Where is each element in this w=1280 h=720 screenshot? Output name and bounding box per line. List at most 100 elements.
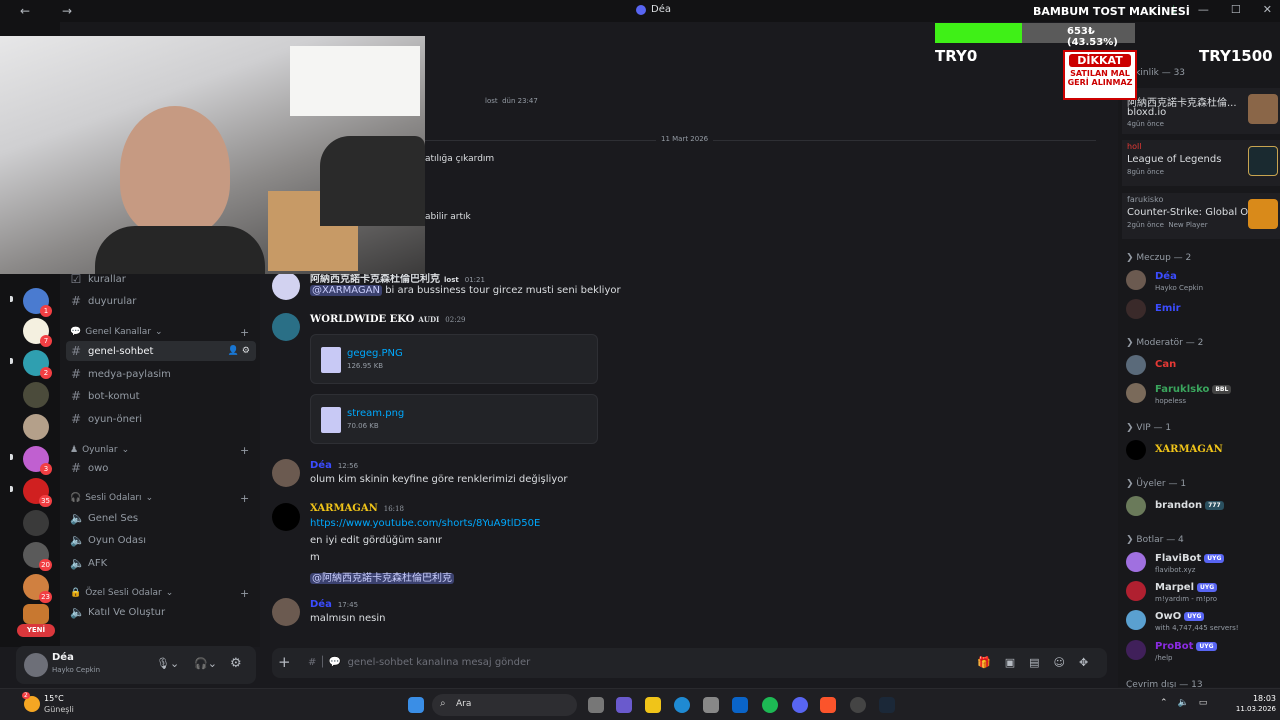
file-attachment[interactable]: gegeg.PNG 126.95 KB (310, 334, 598, 384)
message-author[interactable]: Déa 12:56 (310, 460, 358, 471)
add-channel-button[interactable]: + (240, 326, 249, 339)
sticker-icon[interactable]: ▤ (1029, 656, 1039, 669)
avatar[interactable] (24, 653, 48, 677)
server-icon[interactable]: 7 (23, 318, 52, 347)
clock-time[interactable]: 18:03 (1240, 694, 1276, 703)
steam-icon[interactable] (879, 697, 895, 713)
member-item[interactable]: Déa Hayko Cepkin (1126, 270, 1276, 294)
voice-channel-afk[interactable]: 🔈 AFK (66, 553, 256, 573)
member-item[interactable]: FlaviBot UYG flavibot.xyz (1126, 552, 1276, 576)
file-name[interactable]: stream.png (347, 408, 404, 419)
category-genel-kanallar[interactable]: 💬 Genel Kanallar ⌄ + (70, 326, 249, 339)
server-icon[interactable] (23, 382, 49, 408)
gear-icon[interactable]: ⚙ (230, 656, 242, 671)
channel-oyun-oneri[interactable]: # oyun-öneri (66, 409, 256, 429)
voice-channel-katil-ve-olustur[interactable]: 🔈 Katıl Ve Oluştur (66, 602, 256, 622)
brave-icon[interactable] (820, 697, 836, 713)
member-item[interactable]: OwO UYG with 4,747,445 servers! (1126, 610, 1276, 634)
spotify-icon[interactable] (762, 697, 778, 713)
composer-placeholder[interactable]: # │ 💬 genel-sohbet kanalına mesaj gönder (308, 657, 530, 668)
add-channel-button[interactable]: + (240, 587, 249, 600)
activity-card[interactable]: holl League of Legends 8gün önce (1122, 140, 1280, 186)
search-box[interactable]: ⌕ Ara (432, 694, 577, 716)
forward-button[interactable]: → (62, 4, 84, 18)
message-author[interactable]: XARMAGAN 16:18 (310, 503, 404, 514)
copilot-icon[interactable] (616, 697, 632, 713)
gift-icon[interactable]: 🎁 (977, 656, 991, 669)
server-icon[interactable] (23, 414, 49, 440)
member-item[interactable]: XARMAGAN (1126, 440, 1276, 464)
category-oyunlar[interactable]: ♟ Oyunlar ⌄ + (70, 444, 249, 457)
channel-medya-paylasim[interactable]: # medya-paylasim (66, 364, 256, 384)
message-author[interactable]: Déa 17:45 (310, 599, 358, 610)
add-attachment-button[interactable]: + (278, 653, 291, 671)
channel-duyurular[interactable]: # duyurular (66, 291, 256, 311)
task-view-icon[interactable] (588, 697, 604, 713)
avatar[interactable] (272, 272, 300, 300)
headphones-icon[interactable]: 🎧⌄ (194, 657, 217, 670)
server-icon[interactable] (23, 604, 49, 624)
discord-icon[interactable] (792, 697, 808, 713)
message-composer[interactable]: + # │ 💬 genel-sohbet kanalına mesaj gönd… (272, 648, 1107, 678)
obs-icon[interactable] (850, 697, 866, 713)
server-icon[interactable] (23, 510, 49, 536)
channel-owo[interactable]: # owo (66, 458, 256, 478)
chevron-up-icon[interactable]: ⌃ (1160, 698, 1168, 708)
activity-card[interactable]: 阿納西克諾卡克森杜倫... bloxd.io 4gün önce (1122, 88, 1280, 134)
mention[interactable]: @XARMAGAN (310, 285, 383, 296)
message-link[interactable]: https://www.youtube.com/shorts/8YuA9tlD5… (310, 518, 540, 529)
member-group-header[interactable]: ❯ Botlar — 4 (1126, 535, 1184, 545)
member-group-header[interactable]: ❯ Moderatör — 2 (1126, 338, 1203, 348)
avatar[interactable] (272, 503, 300, 531)
category-sesli-odalar[interactable]: 🎧 Sesli Odaları ⌄ + (70, 492, 249, 505)
add-channel-button[interactable]: + (240, 492, 249, 505)
gif-icon[interactable]: ▣ (1005, 656, 1015, 669)
member-item[interactable]: Faruklsko BBL hopeless (1126, 383, 1276, 407)
add-channel-button[interactable]: + (240, 444, 249, 457)
file-attachment[interactable]: stream.png 70.06 KB (310, 394, 598, 444)
microphone-icon[interactable]: 🎙⌄ (156, 657, 179, 670)
weather-icon[interactable]: 2 (22, 692, 40, 712)
file-name[interactable]: gegeg.PNG (347, 348, 403, 359)
new-badge[interactable]: YENİ (17, 624, 55, 637)
channel-settings-icon[interactable]: 👤 ⚙ (228, 346, 250, 356)
store-icon[interactable] (703, 697, 719, 713)
activity-card[interactable]: farukisko Counter-Strike: Global Off... … (1122, 193, 1280, 239)
member-item[interactable]: ProBot UYG /help (1126, 640, 1276, 664)
voice-channel-oyun-odasi[interactable]: 🔈 Oyun Odası (66, 530, 256, 550)
channel-genel-sohbet[interactable]: # genel-sohbet 👤 ⚙ (66, 341, 256, 361)
server-icon[interactable]: 20 (23, 542, 52, 571)
server-icon[interactable]: 2 (23, 350, 52, 379)
voice-channel-genel-ses[interactable]: 🔈 Genel Ses (66, 508, 256, 528)
system-tray[interactable]: ⌃ 🔈 ▭ (1160, 698, 1207, 708)
apps-icon[interactable]: ✥ (1079, 656, 1088, 669)
outlook-icon[interactable] (732, 697, 748, 713)
member-group-header[interactable]: ❯ VIP — 1 (1126, 423, 1171, 433)
server-icon[interactable]: 1 (23, 288, 52, 317)
clock-date[interactable]: 11.03.2026 (1230, 705, 1276, 713)
speaker-icon[interactable]: 🔈 (1178, 698, 1189, 708)
file-explorer-icon[interactable] (645, 697, 661, 713)
start-button[interactable] (408, 697, 424, 713)
jacket (320, 136, 425, 226)
server-icon[interactable]: 3 (23, 446, 52, 475)
member-group-header[interactable]: ❯ Meczup — 2 (1126, 253, 1191, 263)
channel-bot-komut[interactable]: # bot-komut (66, 386, 256, 406)
message-author[interactable]: WORLDWIDE EKO AUDI 02:29 (310, 314, 465, 325)
edge-icon[interactable] (674, 697, 690, 713)
avatar[interactable] (272, 598, 300, 626)
back-button[interactable]: ← (20, 4, 42, 18)
avatar[interactable] (272, 459, 300, 487)
avatar[interactable] (272, 313, 300, 341)
emoji-icon[interactable]: ☺ (1054, 656, 1065, 669)
member-item[interactable]: Emir (1126, 299, 1276, 323)
member-item[interactable]: Marpel UYG m!yardım - m!pro (1126, 581, 1276, 605)
member-group-header[interactable]: ❯ Üyeler — 1 (1126, 479, 1186, 489)
member-item[interactable]: brandon 777 (1126, 496, 1276, 520)
server-icon[interactable]: 23 (23, 574, 52, 603)
member-item[interactable]: Can (1126, 355, 1276, 379)
server-icon[interactable]: 35 (23, 478, 52, 507)
battery-icon[interactable]: ▭ (1199, 698, 1208, 708)
mention[interactable]: @阿納西克諾卡克森杜倫巴利克 (310, 573, 454, 584)
category-ozel-sesli[interactable]: 🔒 Özel Sesli Odalar ⌄ + (70, 587, 249, 600)
